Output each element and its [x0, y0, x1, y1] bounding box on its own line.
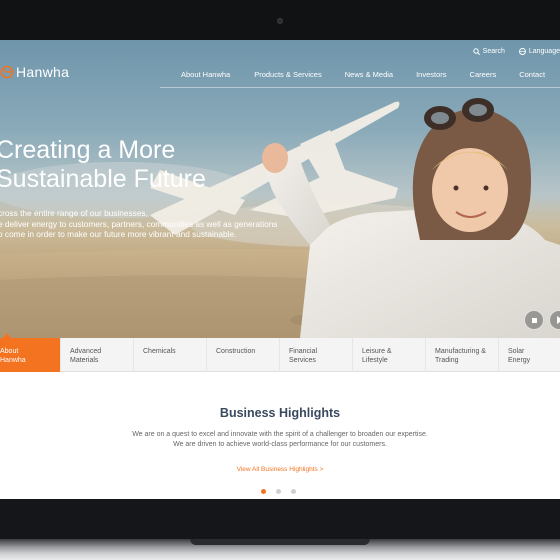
tab-label: Advanced [70, 348, 102, 355]
nav-products-services[interactable]: Products & Services [254, 70, 322, 79]
hero-desc-line: o come in order to make our future more … [0, 229, 237, 239]
hero-title-line: Sustainable Future [0, 165, 206, 193]
nav-careers[interactable]: Careers [470, 70, 497, 79]
hero-banner: Hanwha Search Language About Hanwha Prod… [0, 40, 560, 338]
laptop-hinge-notch [190, 539, 370, 545]
nav-news-media[interactable]: News & Media [345, 70, 393, 79]
tab-chemicals[interactable]: Chemicals [134, 338, 207, 372]
tab-label: Leisure & [362, 348, 392, 355]
tab-label: Trading [435, 356, 459, 364]
tab-label: Manufacturing & [435, 348, 486, 355]
nav-contact[interactable]: Contact [519, 70, 545, 79]
laptop-bezel-bottom [0, 499, 560, 539]
search-icon [472, 48, 480, 55]
search-link[interactable]: Search [472, 48, 505, 55]
slider-stop-button[interactable] [524, 310, 544, 330]
hanwha-logo-icon [0, 65, 14, 79]
search-label: Search [482, 48, 505, 55]
logo-text: Hanwha [16, 64, 70, 80]
section-description: We are on a quest to excel and innovate … [0, 430, 560, 450]
hero-description: cross the entire range of our businesses… [0, 208, 277, 240]
tab-label: Services [289, 356, 316, 364]
laptop-bezel-top [0, 0, 560, 40]
tab-advanced-materials[interactable]: Advanced Materials [61, 338, 134, 372]
tab-about-hanwha[interactable]: About Hanwha [0, 333, 61, 372]
section-desc-line: We are on a quest to excel and innovate … [132, 431, 428, 438]
view-all-highlights-link[interactable]: View All Business Highlights > [0, 466, 560, 473]
tab-label: Financial [289, 348, 318, 355]
tab-label: Lifestyle [362, 356, 388, 364]
pagination-dot[interactable] [291, 489, 296, 494]
tab-label: Solar [508, 348, 525, 355]
tab-label: Construction [216, 348, 256, 355]
tab-manufacturing-trading[interactable]: Manufacturing & Trading [426, 338, 499, 372]
tab-leisure-lifestyle[interactable]: Leisure & Lifestyle [353, 338, 426, 372]
tab-label: Hanwha [0, 356, 26, 364]
tab-construction[interactable]: Construction [207, 338, 280, 372]
hero-desc-line: cross the entire range of our businesses… [0, 208, 148, 218]
tab-solar-energy[interactable]: Solar Energy [499, 338, 560, 372]
hero-desc-line: e deliver energy to customers, partners,… [0, 218, 278, 229]
webcam-icon [277, 18, 283, 24]
hero-title: Creating a More Sustainable Future [0, 136, 206, 194]
tab-label: Chemicals [143, 348, 176, 355]
carousel-pagination [261, 489, 296, 494]
language-link[interactable]: Language [518, 48, 560, 55]
tab-financial-services[interactable]: Financial Services [280, 338, 353, 372]
tab-label: Materials [70, 356, 99, 364]
section-desc-line: We are driven to achieve world-class per… [173, 441, 387, 448]
nav-investors[interactable]: Investors [416, 70, 446, 79]
nav-divider [160, 87, 560, 88]
hero-title-line: Creating a More [0, 136, 176, 164]
tab-label: Energy [508, 356, 531, 364]
business-tabs: About Hanwha Advanced Materials Chemical… [0, 333, 560, 372]
pagination-dot[interactable] [261, 489, 266, 494]
globe-icon [518, 48, 526, 55]
main-nav: About Hanwha Products & Services News & … [181, 70, 545, 79]
section-title: Business Highlights [219, 406, 341, 420]
nav-about-hanwha[interactable]: About Hanwha [181, 70, 230, 79]
tab-label: About [0, 348, 19, 355]
browser-viewport: Hanwha Search Language About Hanwha Prod… [0, 40, 560, 499]
language-label: Language [528, 48, 560, 55]
brand-logo[interactable]: Hanwha [0, 62, 69, 82]
pagination-dot[interactable] [276, 489, 281, 494]
utility-links: Search Language [472, 48, 560, 55]
